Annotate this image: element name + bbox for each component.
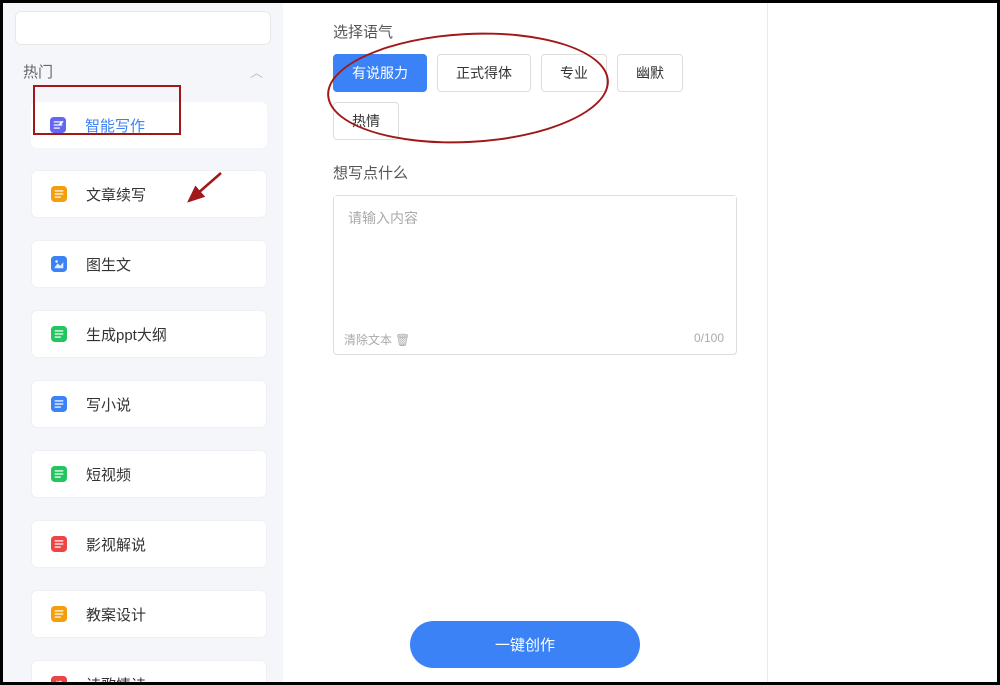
sidebar-item-5[interactable]: 短视频: [31, 450, 267, 498]
sidebar-item-6[interactable]: 影视解说: [31, 520, 267, 568]
right-panel: [767, 3, 997, 682]
sidebar-item-label: 短视频: [86, 464, 131, 485]
clear-text-label: 清除文本: [344, 331, 392, 348]
doc-icon: [46, 531, 72, 557]
content-input-wrap: 清除文本 🗑 0/100: [333, 195, 737, 355]
sidebar-item-label: 文章续写: [86, 184, 146, 205]
create-button[interactable]: 一键创作: [410, 621, 640, 668]
sidebar-item-label: 图生文: [86, 254, 131, 275]
sidebar-item-label: 教案设计: [86, 604, 146, 625]
sidebar: 热门 ︿ 智能写作文章续写图生文生成ppt大纲写小说短视频影视解说教案设计诗 诗歌…: [3, 3, 283, 682]
doc-icon: [46, 391, 72, 417]
section-title: 热门: [23, 61, 53, 82]
doc-icon: [46, 601, 72, 627]
sidebar-item-8[interactable]: 诗 诗歌情诗: [31, 660, 267, 685]
doc-icon: [46, 181, 72, 207]
doc-icon: [45, 112, 71, 138]
char-counter: 0/100: [694, 331, 724, 348]
sidebar-item-label: 写小说: [86, 394, 131, 415]
content-input[interactable]: [334, 196, 736, 316]
doc-icon: [46, 251, 72, 277]
clear-text-button[interactable]: 清除文本 🗑: [344, 331, 410, 348]
search-box[interactable]: [15, 11, 271, 45]
sidebar-item-label: 生成ppt大纲: [86, 324, 167, 345]
tone-option[interactable]: 有说服力: [333, 54, 427, 92]
doc-icon: [46, 461, 72, 487]
tone-option[interactable]: 热情: [333, 102, 399, 140]
sidebar-item-0[interactable]: 智能写作: [31, 102, 267, 148]
sidebar-item-label: 影视解说: [86, 534, 146, 555]
sidebar-item-2[interactable]: 图生文: [31, 240, 267, 288]
tone-option[interactable]: 幽默: [617, 54, 683, 92]
tone-label: 选择语气: [333, 21, 737, 42]
content-label: 想写点什么: [333, 162, 737, 183]
sidebar-item-1[interactable]: 文章续写: [31, 170, 267, 218]
sidebar-item-label: 诗歌情诗: [86, 674, 146, 685]
tone-option[interactable]: 正式得体: [437, 54, 531, 92]
doc-icon: 诗: [46, 671, 72, 685]
chevron-up-icon: ︿: [250, 62, 263, 81]
sidebar-item-label: 智能写作: [85, 115, 145, 136]
sidebar-item-3[interactable]: 生成ppt大纲: [31, 310, 267, 358]
trash-icon: 🗑: [395, 333, 410, 347]
section-header-hot[interactable]: 热门 ︿: [15, 49, 271, 96]
main-panel: 选择语气 有说服力正式得体专业幽默热情 想写点什么 清除文本 🗑 0/100 一…: [283, 3, 767, 682]
sidebar-item-4[interactable]: 写小说: [31, 380, 267, 428]
tone-option[interactable]: 专业: [541, 54, 607, 92]
tone-options: 有说服力正式得体专业幽默热情: [333, 54, 737, 140]
sidebar-item-7[interactable]: 教案设计: [31, 590, 267, 638]
doc-icon: [46, 321, 72, 347]
